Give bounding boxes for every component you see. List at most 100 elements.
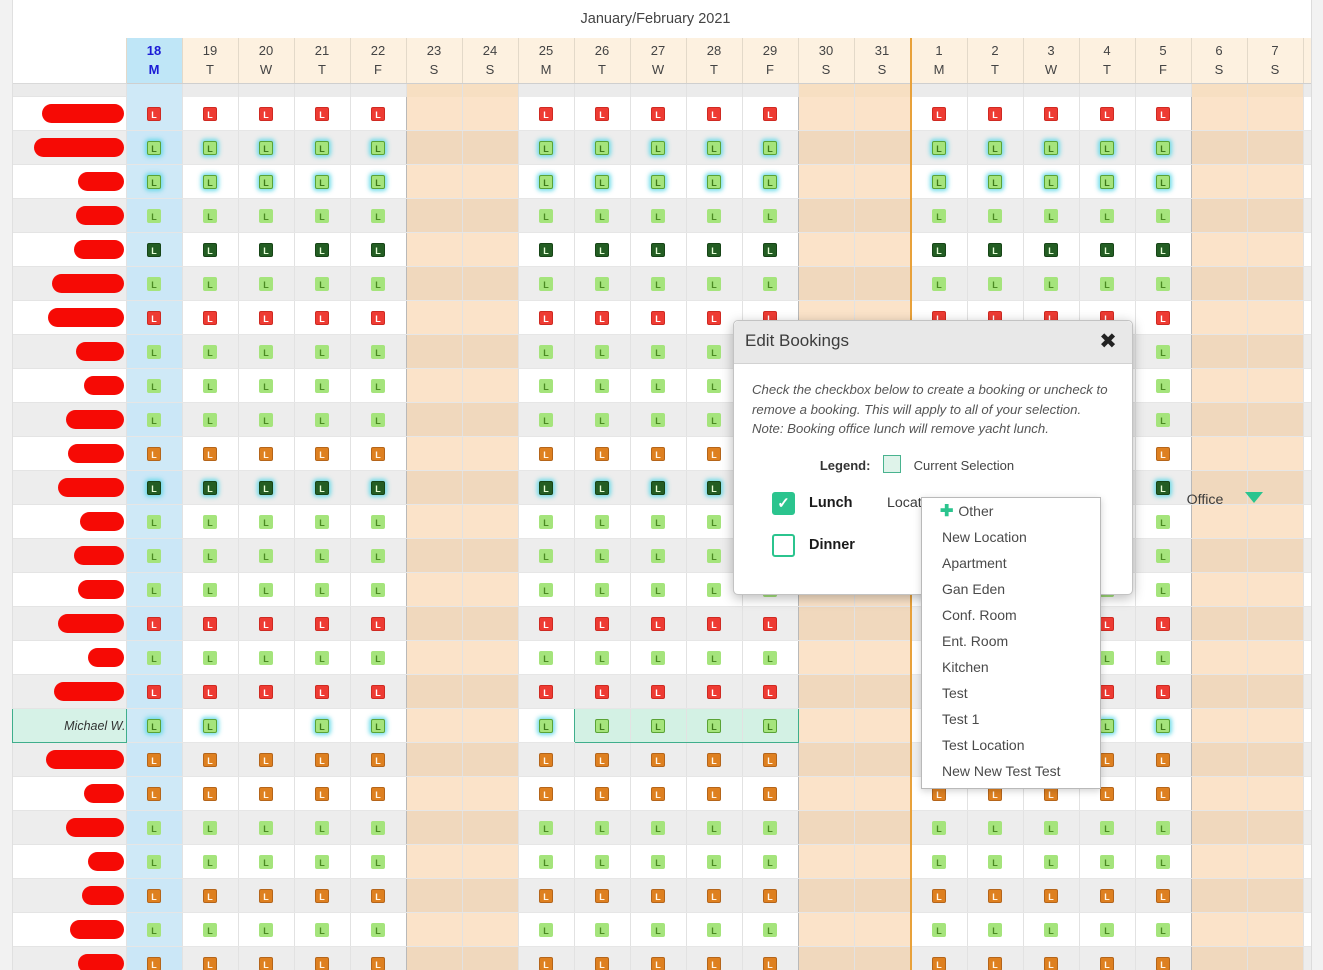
booking-cell[interactable]: L xyxy=(741,946,798,970)
day-header-7[interactable]: 7S xyxy=(1246,38,1303,84)
booking-cell[interactable]: L xyxy=(1134,232,1191,267)
booking-cell[interactable]: L xyxy=(1134,96,1191,131)
booking-cell[interactable] xyxy=(1190,878,1247,913)
booking-cell[interactable] xyxy=(461,640,518,675)
booking-cell[interactable]: L xyxy=(517,368,574,403)
dropdown-option-8[interactable]: Test 1 xyxy=(922,706,1100,732)
booking-cell[interactable]: L xyxy=(1078,878,1135,913)
dropdown-option-4[interactable]: Conf. Room xyxy=(922,602,1100,628)
booking-cell[interactable]: L xyxy=(181,436,238,471)
booking-badge[interactable]: L xyxy=(707,141,721,155)
booking-badge[interactable]: L xyxy=(988,175,1002,189)
booking-badge[interactable]: L xyxy=(147,719,161,733)
booking-cell[interactable]: L xyxy=(125,164,182,199)
booking-badge[interactable]: L xyxy=(315,583,329,597)
booking-cell[interactable] xyxy=(405,130,462,165)
booking-cell[interactable]: L xyxy=(125,572,182,607)
booking-cell[interactable] xyxy=(1190,640,1247,675)
booking-badge[interactable]: L xyxy=(539,753,553,767)
booking-badge[interactable]: L xyxy=(315,685,329,699)
booking-badge[interactable]: L xyxy=(539,277,553,291)
day-header-23[interactable]: 23 S xyxy=(405,38,462,84)
booking-cell[interactable]: L xyxy=(517,572,574,607)
booking-badge[interactable]: L xyxy=(1156,175,1170,189)
booking-cell[interactable]: L xyxy=(237,844,294,879)
booking-cell[interactable]: L xyxy=(293,674,350,709)
booking-badge[interactable]: L xyxy=(763,141,777,155)
booking-badge[interactable]: L xyxy=(1100,651,1114,665)
booking-cell[interactable]: L xyxy=(573,96,630,131)
booking-badge[interactable]: L xyxy=(259,106,273,121)
booking-cell[interactable]: L xyxy=(181,606,238,641)
booking-badge[interactable]: L xyxy=(1156,855,1170,869)
booking-badge[interactable]: L xyxy=(147,106,161,121)
booking-cell[interactable] xyxy=(405,776,462,811)
booking-cell[interactable]: L xyxy=(293,130,350,165)
booking-cell[interactable]: L xyxy=(1134,368,1191,403)
booking-cell[interactable] xyxy=(1246,878,1303,913)
booking-cell[interactable]: L xyxy=(573,708,630,743)
booking-cell[interactable]: L xyxy=(349,776,406,811)
booking-badge[interactable]: L xyxy=(315,787,329,801)
booking-cell[interactable]: L xyxy=(741,198,798,233)
booking-badge[interactable]: L xyxy=(315,175,329,189)
day-header-31[interactable]: 31 S xyxy=(853,38,911,84)
booking-cell[interactable]: L xyxy=(1022,198,1079,233)
booking-cell[interactable]: L xyxy=(741,844,798,879)
booking-badge[interactable]: L xyxy=(595,753,609,767)
booking-badge[interactable]: L xyxy=(1100,923,1114,937)
booking-cell[interactable] xyxy=(1246,810,1303,845)
booking-cell[interactable]: L xyxy=(741,232,798,267)
booking-cell[interactable]: L xyxy=(741,96,798,131)
booking-cell[interactable]: L xyxy=(741,776,798,811)
booking-badge[interactable]: L xyxy=(1156,685,1170,699)
chevron-down-icon[interactable] xyxy=(1244,492,1263,503)
booking-cell[interactable]: L xyxy=(349,130,406,165)
booking-badge[interactable]: L xyxy=(371,889,385,903)
booking-cell[interactable]: L xyxy=(517,334,574,369)
booking-badge[interactable]: L xyxy=(371,277,385,291)
booking-badge[interactable]: L xyxy=(539,481,553,495)
dropdown-option-3[interactable]: Gan Eden xyxy=(922,576,1100,602)
booking-cell[interactable] xyxy=(797,878,854,913)
booking-badge[interactable]: L xyxy=(1156,277,1170,291)
booking-cell[interactable]: L xyxy=(181,640,238,675)
booking-cell[interactable] xyxy=(1246,674,1303,709)
booking-cell[interactable]: L xyxy=(573,470,630,505)
booking-cell[interactable]: L xyxy=(237,776,294,811)
booking-cell[interactable] xyxy=(853,742,911,777)
booking-badge[interactable]: L xyxy=(988,957,1002,970)
booking-cell[interactable] xyxy=(1246,912,1303,947)
booking-cell[interactable]: L xyxy=(573,232,630,267)
booking-cell[interactable] xyxy=(405,232,462,267)
booking-cell[interactable]: L xyxy=(517,606,574,641)
booking-badge[interactable]: L xyxy=(1156,821,1170,835)
booking-badge[interactable]: L xyxy=(1156,753,1170,767)
booking-cell[interactable]: L xyxy=(966,130,1023,165)
day-header-27[interactable]: 27 W xyxy=(629,38,686,84)
booking-badge[interactable]: L xyxy=(259,447,273,461)
booking-cell[interactable]: L xyxy=(125,912,182,947)
day-header-29[interactable]: 29 F xyxy=(741,38,798,84)
booking-badge[interactable]: L xyxy=(203,277,217,291)
booking-cell[interactable]: L xyxy=(349,266,406,301)
booking-cell[interactable] xyxy=(461,368,518,403)
booking-cell[interactable]: L xyxy=(909,198,967,233)
booking-cell[interactable]: L xyxy=(573,776,630,811)
booking-badge[interactable]: L xyxy=(763,175,777,189)
booking-cell[interactable]: L xyxy=(573,130,630,165)
booking-cell[interactable]: L xyxy=(573,300,630,335)
booking-cell[interactable]: L xyxy=(1302,300,1311,335)
booking-cell[interactable]: L xyxy=(181,742,238,777)
booking-badge[interactable]: L xyxy=(988,821,1002,835)
booking-cell[interactable] xyxy=(405,504,462,539)
booking-cell[interactable]: L xyxy=(349,334,406,369)
booking-cell[interactable]: L xyxy=(966,844,1023,879)
close-icon[interactable]: ✖ xyxy=(1096,330,1120,354)
booking-badge[interactable]: L xyxy=(539,243,553,257)
booking-cell[interactable]: L xyxy=(293,742,350,777)
booking-cell[interactable]: L xyxy=(125,810,182,845)
booking-badge[interactable]: L xyxy=(203,413,217,427)
booking-badge[interactable]: L xyxy=(203,617,217,631)
booking-badge[interactable]: L xyxy=(763,821,777,835)
